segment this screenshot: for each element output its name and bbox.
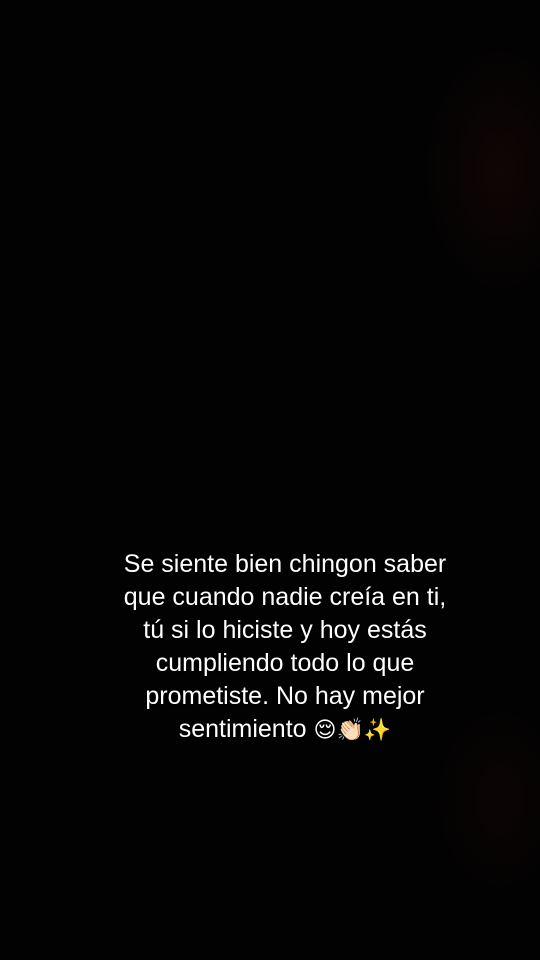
emoji-icon: 😌👏🏻✨ bbox=[313, 718, 392, 743]
caption-last-line: sentimiento 😌👏🏻✨ bbox=[80, 713, 490, 747]
caption-line: prometiste. No hay mejor bbox=[145, 682, 425, 710]
background-glow bbox=[420, 40, 540, 300]
video-frame: Se siente bien chingon saber que cuando … bbox=[0, 0, 540, 960]
caption-line: Se siente bien chingon saber bbox=[123, 550, 447, 578]
caption-text: Se siente bien chingon saber que cuando … bbox=[80, 548, 490, 747]
caption-line: que cuando nadie creía en ti, bbox=[123, 583, 447, 611]
caption-line: sentimiento bbox=[178, 715, 307, 743]
caption-line: tú si lo hiciste y hoy estás bbox=[143, 616, 427, 644]
caption-line: cumpliendo todo lo que bbox=[155, 649, 415, 677]
